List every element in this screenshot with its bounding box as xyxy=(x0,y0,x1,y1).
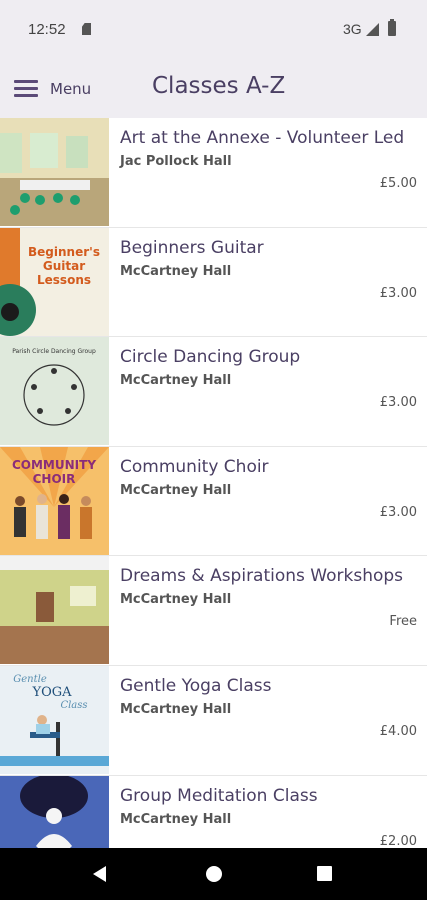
menu-label: Menu xyxy=(50,80,92,98)
class-venue: McCartney Hall xyxy=(120,592,232,608)
thumb-text-line-1: COMMUNITY xyxy=(12,458,96,472)
recents-icon[interactable] xyxy=(317,866,332,881)
thumb-text-line-1: Gentle xyxy=(13,674,47,685)
page-title: Classes A-Z xyxy=(152,73,286,99)
menu-button[interactable]: Menu xyxy=(14,74,91,104)
sim-card-icon xyxy=(82,23,91,35)
class-title: Gentle Yoga Class xyxy=(120,675,272,696)
home-icon[interactable] xyxy=(206,866,222,882)
thumb-caption: Parish Circle Dancing Group xyxy=(12,348,96,355)
thumb-text-line-2: CHOIR xyxy=(33,472,76,486)
class-price: £3.00 xyxy=(379,285,417,301)
class-venue: McCartney Hall xyxy=(120,263,232,279)
class-title: Circle Dancing Group xyxy=(120,347,301,368)
class-venue: McCartney Hall xyxy=(120,373,232,389)
class-item-group-meditation-class[interactable]: Group Meditation Class McCartney Hall £2… xyxy=(0,775,427,848)
back-icon[interactable] xyxy=(93,866,106,882)
status-bar: 12:52 3G xyxy=(0,0,427,60)
thumb-text-line-2: Guitar xyxy=(43,259,85,273)
circle-dancing-thumbnail: Parish Circle Dancing Group xyxy=(0,337,109,446)
class-price: £3.00 xyxy=(379,395,417,411)
hamburger-menu-icon xyxy=(14,80,38,98)
community-choir-thumbnail: COMMUNITY CHOIR xyxy=(0,446,109,555)
network-type: 3G xyxy=(343,21,362,37)
class-title: Dreams & Aspirations Workshops xyxy=(120,566,404,587)
signal-icon xyxy=(366,23,379,36)
class-title: Art at the Annexe - Volunteer Led xyxy=(120,128,405,148)
guitar-lessons-thumbnail: Beginner's Guitar Lessons xyxy=(0,227,109,336)
class-price: £4.00 xyxy=(379,723,417,739)
class-price: £5.00 xyxy=(379,176,417,191)
class-item-community-choir[interactable]: COMMUNITY CHOIR Community Choir McCartne… xyxy=(0,446,427,557)
class-venue: McCartney Hall xyxy=(120,701,232,717)
app-bar: Menu Classes A-Z xyxy=(0,60,427,118)
class-title: Group Meditation Class xyxy=(120,785,318,806)
battery-icon xyxy=(388,19,396,36)
class-item-art-at-the-annexe[interactable]: Art at the Annexe - Volunteer Led Jac Po… xyxy=(0,118,427,228)
class-venue: McCartney Hall xyxy=(120,482,232,498)
thumb-text-line-3: Lessons xyxy=(37,273,91,287)
thumb-text-line-2: YOGA xyxy=(31,685,72,700)
class-item-gentle-yoga-class[interactable]: Gentle YOGA Class Gentle Yoga Class McCa… xyxy=(0,665,427,776)
class-title: Community Choir xyxy=(120,456,269,477)
thumb-text-line-1: Beginner's xyxy=(28,245,100,259)
gentle-yoga-thumbnail: Gentle YOGA Class xyxy=(0,665,109,774)
meditation-thumbnail xyxy=(0,775,109,848)
hall-photo-thumbnail xyxy=(0,556,109,665)
class-item-circle-dancing-group[interactable]: Parish Circle Dancing Group Circle Danci… xyxy=(0,337,427,447)
class-title: Beginners Guitar xyxy=(120,237,264,258)
class-price: £2.00 xyxy=(379,833,417,848)
classes-list[interactable]: Art at the Annexe - Volunteer Led Jac Po… xyxy=(0,118,427,848)
class-price: £3.00 xyxy=(379,504,417,520)
system-nav-bar xyxy=(0,848,427,900)
status-time: 12:52 xyxy=(28,21,66,38)
thumb-text-line-3: Class xyxy=(60,700,87,711)
class-item-beginners-guitar[interactable]: Beginner's Guitar Lessons Beginners Guit… xyxy=(0,227,427,338)
room-photo-thumbnail xyxy=(0,118,109,226)
class-item-dreams-aspirations-workshops[interactable]: Dreams & Aspirations Workshops McCartney… xyxy=(0,556,427,666)
class-venue: McCartney Hall xyxy=(120,811,232,827)
class-venue: Jac Pollock Hall xyxy=(120,154,232,169)
class-price: Free xyxy=(389,614,417,630)
